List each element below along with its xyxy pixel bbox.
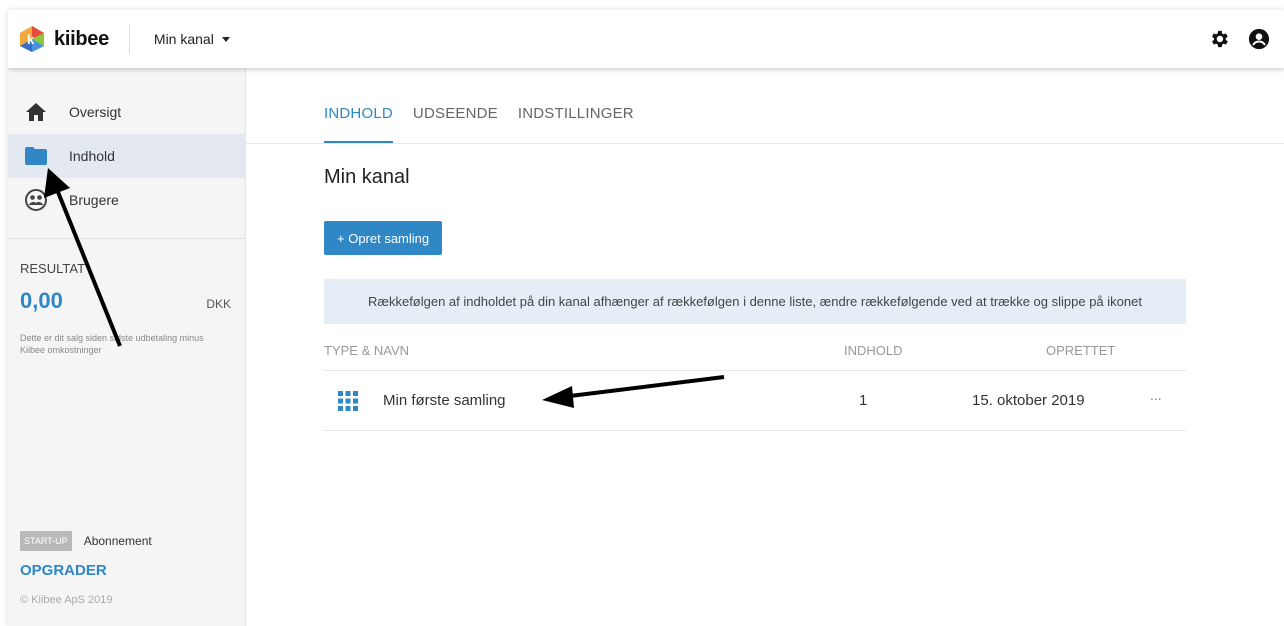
home-icon [24,101,48,123]
logo[interactable]: k kiibee [18,25,109,53]
result-note: Dette er dit salg siden sidste udbetalin… [20,333,204,355]
top-bar: k kiibee Min kanal [8,10,1284,68]
info-text: Rækkefølgen af indholdet på din kanal af… [368,294,1142,309]
channel-selector[interactable]: Min kanal [154,31,230,47]
sidebar: Oversigt Indhold Brugere RESULTAT 0,00 D… [8,68,246,626]
tab-indstillinger[interactable]: INDSTILLINGER [518,105,634,143]
upgrade-link[interactable]: OPGRADER [20,562,107,579]
kiibee-logo-icon: k [18,25,46,53]
more-options-button[interactable]: ... [1150,387,1162,403]
page-title: Min kanal [324,166,410,188]
tab-bar: INDHOLD UDSEENDE INDSTILLINGER [246,68,1284,144]
column-header-type-name: TYPE & NAVN [324,343,410,358]
sidebar-divider [8,238,245,239]
sidebar-item-brugere[interactable]: Brugere [8,178,245,222]
result-value: 0,00 [20,288,63,313]
collection-count: 1 [859,392,868,409]
result-currency: DKK [206,297,231,311]
column-header-content: INDHOLD [844,343,903,358]
table-row[interactable]: Min første samling 1 15. oktober 2019 ..… [324,371,1186,431]
sidebar-item-label: Indhold [69,148,115,164]
svg-text:k: k [27,32,35,47]
grid-icon[interactable] [338,391,358,411]
brand-name: kiibee [54,27,109,50]
channel-selector-label: Min kanal [153,31,214,47]
plan-label: Abonnement [83,534,152,548]
tab-udseende[interactable]: UDSEENDE [413,105,498,143]
column-header-created: OPRETTET [1046,343,1116,358]
create-collection-button[interactable]: + Opret samling [324,221,443,255]
app-window: k kiibee Min kanal Oversigt Indhold Brug… [8,10,1284,626]
folder-icon [24,145,48,167]
account-icon[interactable] [1248,28,1270,50]
result-label: RESULTAT [20,261,86,276]
collection-name[interactable]: Min første samling [383,392,506,409]
gear-icon[interactable] [1208,28,1230,50]
sidebar-item-label: Brugere [69,192,119,208]
plan-badge: START-UP [20,531,72,551]
caret-down-icon [221,36,230,42]
header-divider [128,24,130,54]
sidebar-item-indhold[interactable]: Indhold [8,134,245,178]
info-banner: Rækkefølgen af indholdet på din kanal af… [324,279,1186,324]
copyright: © Kiibee ApS 2019 [20,594,113,606]
sidebar-item-label: Oversigt [69,104,122,120]
sidebar-item-oversigt[interactable]: Oversigt [8,90,245,134]
tab-indhold[interactable]: INDHOLD [324,105,393,143]
users-icon [24,189,48,211]
main-content: INDHOLD UDSEENDE INDSTILLINGER Min kanal… [246,68,1284,626]
collection-created: 15. oktober 2019 [972,392,1085,409]
